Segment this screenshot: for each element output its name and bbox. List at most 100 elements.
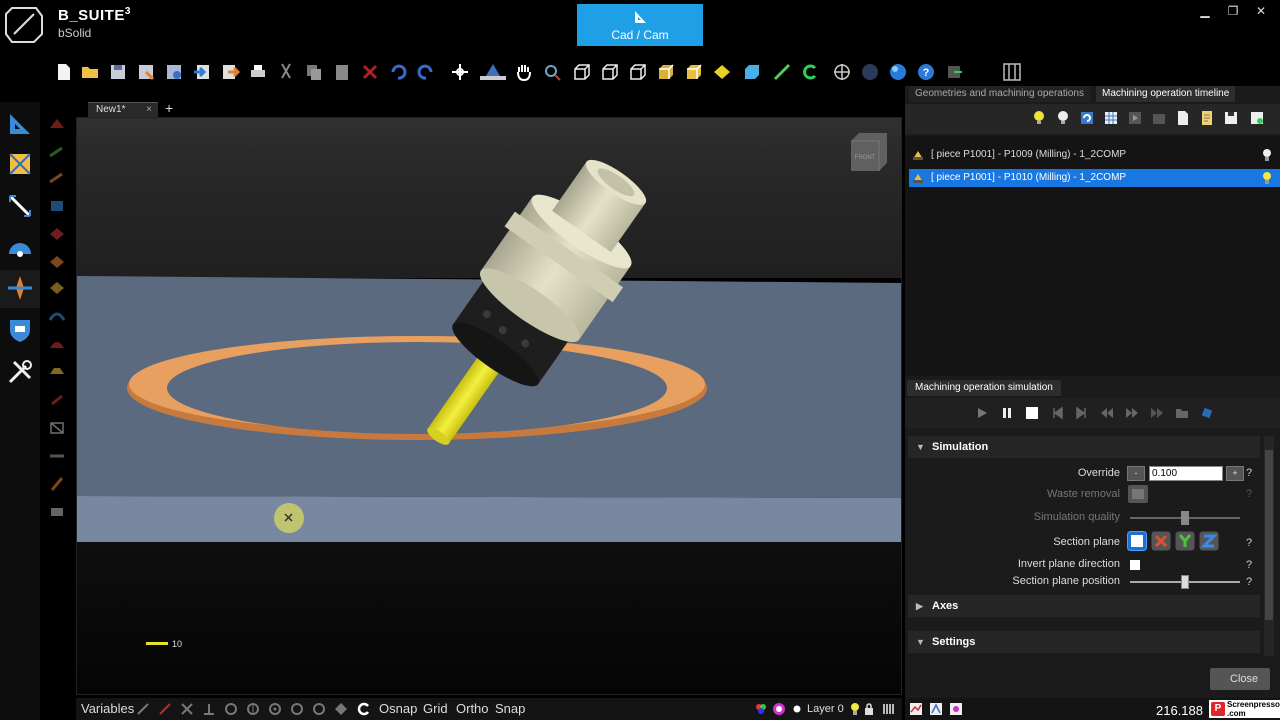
strip-tool-7-icon[interactable]: [48, 280, 66, 296]
help-icon[interactable]: ?: [916, 62, 936, 82]
strip-tool-2-icon[interactable]: [48, 144, 66, 160]
panel-scrollbar[interactable]: [1264, 436, 1274, 656]
color-wheel-icon[interactable]: [772, 702, 786, 716]
skip-end-icon[interactable]: [1150, 406, 1164, 420]
waste-removal-toggle[interactable]: [1127, 484, 1149, 504]
scene-canvas[interactable]: FRONT 10: [77, 118, 902, 695]
folder-icon[interactable]: [1175, 406, 1189, 420]
measure-gauge-icon[interactable]: [6, 234, 34, 262]
machining-tool-icon[interactable]: [6, 274, 34, 302]
move-cross-icon[interactable]: [450, 62, 470, 82]
axes-section-header[interactable]: ▶ Axes: [908, 595, 1260, 617]
shield-icon[interactable]: [6, 316, 34, 344]
override-increment-button[interactable]: +: [1226, 466, 1244, 481]
invert-plane-help[interactable]: ?: [1246, 559, 1252, 571]
new-file-icon[interactable]: [54, 62, 74, 82]
add-tab-icon[interactable]: +: [165, 100, 173, 116]
snap-node-icon[interactable]: [312, 702, 326, 716]
simulation-section-header[interactable]: ▼ Simulation: [908, 436, 1260, 458]
section-plane-none-button[interactable]: [1127, 531, 1147, 551]
snap-all-icon[interactable]: [356, 702, 370, 716]
view-cube[interactable]: FRONT: [851, 133, 887, 171]
zoom-window-icon[interactable]: [542, 62, 562, 82]
properties-icon[interactable]: [164, 62, 184, 82]
line-weight-icon[interactable]: [882, 702, 896, 716]
import-icon[interactable]: [192, 62, 212, 82]
save-as-icon[interactable]: [136, 62, 156, 82]
exit-icon[interactable]: [944, 62, 964, 82]
solid-cube-icon[interactable]: [684, 62, 704, 82]
visibility-bulb-on-icon[interactable]: [1262, 171, 1272, 185]
strip-tool-11-icon[interactable]: [48, 392, 66, 408]
osnap-toggle[interactable]: Osnap: [379, 701, 417, 716]
strip-tool-9-icon[interactable]: [48, 336, 66, 352]
tab-operation-timeline[interactable]: Machining operation timeline: [1096, 86, 1236, 102]
geometry-frame-icon[interactable]: [6, 150, 34, 178]
strip-tool-10-icon[interactable]: [48, 364, 66, 380]
print-icon[interactable]: [248, 62, 268, 82]
snap-intersection-icon[interactable]: [180, 702, 194, 716]
transparent-cube-icon[interactable]: [742, 62, 762, 82]
section-position-slider[interactable]: [1130, 575, 1240, 589]
open-folder-icon[interactable]: [80, 62, 100, 82]
edit-notes-icon[interactable]: [1199, 110, 1215, 126]
grid-toggle[interactable]: Grid: [423, 701, 448, 716]
pan-hand-icon[interactable]: [514, 62, 534, 82]
tab-operation-simulation[interactable]: Machining operation simulation: [907, 380, 1061, 396]
measure-arrow-icon[interactable]: [772, 62, 792, 82]
waste-removal-help[interactable]: ?: [1246, 488, 1252, 500]
layer-visible-bulb-icon[interactable]: [848, 702, 862, 716]
cut-icon[interactable]: [276, 62, 296, 82]
save-list-icon[interactable]: [1223, 110, 1239, 126]
snap-endpoint-icon[interactable]: [136, 702, 150, 716]
document-icon[interactable]: [1175, 110, 1191, 126]
undo-icon[interactable]: [388, 62, 408, 82]
crosshair-globe-icon[interactable]: [832, 62, 852, 82]
section-plane-x-button[interactable]: [1151, 531, 1171, 551]
rewind-icon[interactable]: [1100, 406, 1114, 420]
tools-wrench-icon[interactable]: [6, 358, 34, 386]
machine-icon[interactable]: [1151, 110, 1167, 126]
bulb-off-icon[interactable]: [1055, 110, 1071, 126]
section-plane-z-button[interactable]: [1199, 531, 1219, 551]
strip-tool-12-icon[interactable]: [48, 420, 66, 436]
layer-palette-icon[interactable]: [754, 702, 768, 716]
fast-forward-icon[interactable]: [1125, 406, 1139, 420]
snap-tangent-icon[interactable]: [224, 702, 238, 716]
table-grid-icon[interactable]: [1103, 110, 1119, 126]
restore-window-icon[interactable]: ❐: [1224, 4, 1242, 18]
snap-perpendicular-icon[interactable]: [202, 702, 216, 716]
blue-sphere-icon[interactable]: [888, 62, 908, 82]
wireframe-cube-icon[interactable]: [572, 62, 592, 82]
shaded-edges-cube-icon[interactable]: [628, 62, 648, 82]
dimension-line-icon[interactable]: [6, 192, 34, 220]
visibility-bulb-icon[interactable]: [1262, 148, 1272, 162]
step-forward-icon[interactable]: [1075, 406, 1089, 420]
override-input[interactable]: 0.100: [1149, 466, 1223, 481]
section-position-help[interactable]: ?: [1246, 576, 1252, 588]
hidden-line-cube-icon[interactable]: [600, 62, 620, 82]
operation-row-p1010[interactable]: [ piece P1001] - P1010 (Milling) - 1_2CO…: [909, 169, 1280, 187]
slider-thumb[interactable]: [1181, 511, 1189, 525]
close-window-icon[interactable]: ✕: [1252, 4, 1270, 18]
override-help[interactable]: ?: [1246, 467, 1252, 479]
refresh-icon[interactable]: [1079, 110, 1095, 126]
shaded-cube-icon[interactable]: [656, 62, 676, 82]
pause-icon[interactable]: [1000, 406, 1014, 420]
strip-tool-15-icon[interactable]: [48, 504, 66, 520]
layer-lock-icon[interactable]: [862, 702, 876, 716]
strip-tool-3-icon[interactable]: [48, 170, 66, 186]
dark-sphere-icon[interactable]: [860, 62, 880, 82]
simulation-quality-slider[interactable]: [1130, 511, 1240, 525]
snap-quadrant-icon[interactable]: [246, 702, 260, 716]
cam-tool-icon[interactable]: [949, 702, 963, 716]
chart-tool-icon[interactable]: [909, 702, 923, 716]
ortho-toggle[interactable]: Ortho: [456, 701, 489, 716]
current-layer[interactable]: Layer 0: [807, 703, 844, 715]
snap-toggle[interactable]: Snap: [495, 701, 525, 716]
delete-icon[interactable]: [360, 62, 380, 82]
minimize-window-icon[interactable]: ▁: [1196, 4, 1214, 18]
strip-tool-6-icon[interactable]: [48, 254, 66, 270]
invert-plane-checkbox[interactable]: [1130, 560, 1140, 570]
cad-tool-icon[interactable]: [929, 702, 943, 716]
